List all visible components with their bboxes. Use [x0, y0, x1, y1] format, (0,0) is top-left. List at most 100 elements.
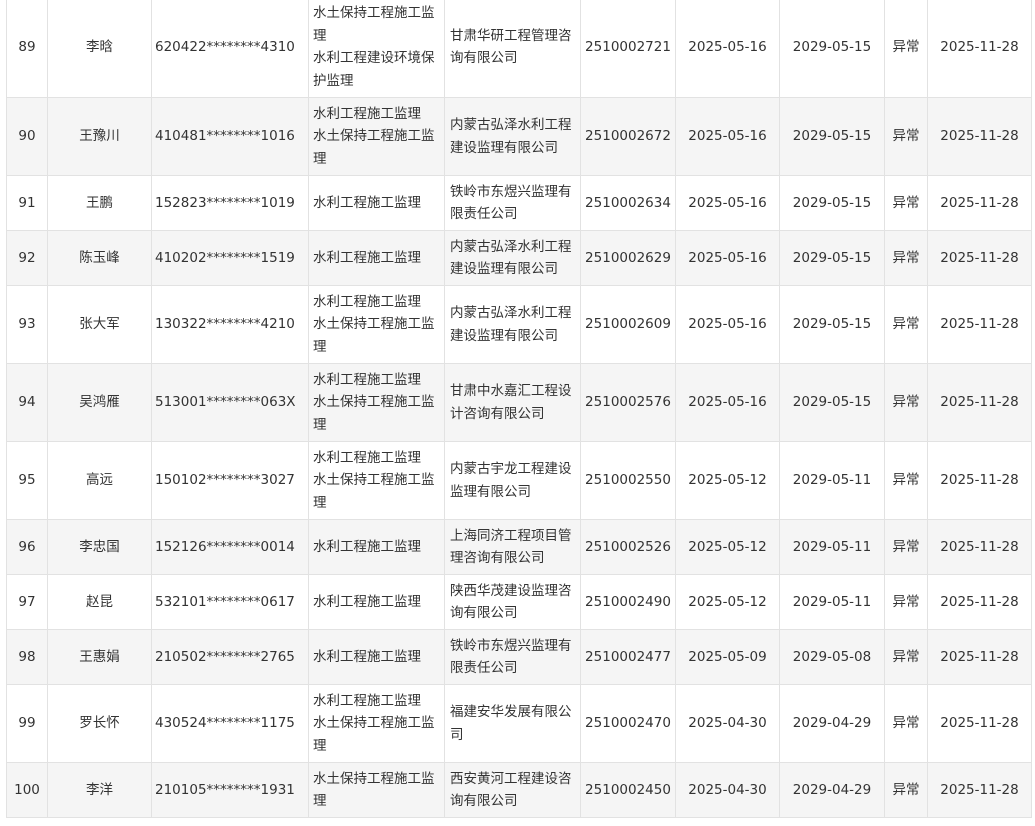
- expiry-date-cell: 2029-05-15: [779, 363, 885, 442]
- company-line: 询有限公司: [450, 50, 518, 66]
- company-line: 建设监理有限公司: [450, 139, 558, 156]
- status-cell: 异常: [884, 629, 928, 685]
- record-date-cell: 2025-11-28: [927, 684, 1032, 763]
- status-cell: 异常: [884, 574, 928, 630]
- table-row: 99 罗长怀 430524********1175 水利工程施工监理 水土保持工程施工监…: [6, 684, 1032, 763]
- issue-date-cell: 2025-05-16: [675, 230, 780, 286]
- certificate-number-cell: 2510002470: [580, 684, 676, 763]
- name-cell: 李洋: [47, 762, 152, 818]
- table-row: 90 王豫川 410481********1016 水利工程施工监理 水土保持工程施工监…: [6, 97, 1032, 176]
- row-number-cell: 93: [6, 285, 48, 364]
- expiry-date-cell: 2029-04-29: [779, 762, 885, 818]
- issue-date-cell: 2025-05-16: [675, 175, 780, 231]
- table-row: 93 张大军 130322********4210 水利工程施工监理 水土保持工程施工监…: [6, 285, 1032, 364]
- issue-date-cell: 2025-05-16: [675, 363, 780, 442]
- status-cell: 异常: [884, 175, 928, 231]
- specialty-line: 水利工程施工监理: [313, 449, 421, 466]
- table-row: 100 李洋 210105********1931 水土保持工程施工监理西安黄河工程建…: [6, 762, 1032, 818]
- record-date-cell: 2025-11-28: [927, 285, 1032, 364]
- specialty-line: 水利工程施工监理: [313, 593, 421, 610]
- specialty-line: 理: [313, 150, 327, 167]
- company-line: 福建安华发展有限公: [450, 704, 572, 720]
- name-cell: 李晗: [47, 0, 152, 98]
- specialty-line: 水利工程施工监理: [313, 371, 421, 388]
- status-cell: 异常: [884, 441, 928, 520]
- specialty-cell: 水利工程施工监理 水土保持工程施工监理: [308, 285, 445, 364]
- status-cell: 异常: [884, 0, 928, 98]
- name-cell: 陈玉峰: [47, 230, 152, 286]
- specialty-line: 水土保持工程施工监: [313, 394, 435, 411]
- status-cell: 异常: [884, 519, 928, 575]
- specialty-line: 理: [313, 494, 327, 511]
- issue-date-cell: 2025-05-16: [675, 285, 780, 364]
- row-number-cell: 99: [6, 684, 48, 763]
- expiry-date-cell: 2029-05-15: [779, 230, 885, 286]
- company-line: 理咨询有限公司: [450, 550, 545, 566]
- company-line: 甘肃华研工程管理咨: [450, 27, 572, 44]
- company-line: 陕西华茂建设监理咨: [450, 582, 572, 599]
- company-line: 限责任公司: [450, 206, 518, 222]
- company-cell: 甘肃中水嘉汇工程设 计咨询有限公司: [444, 363, 581, 442]
- record-date-cell: 2025-11-28: [927, 363, 1032, 442]
- table-row: 94 吴鸿雁 513001********063X 水利工程施工监理 水土保持工程施工监…: [6, 363, 1032, 442]
- row-number-cell: 95: [6, 441, 48, 520]
- specialty-line: 理: [313, 27, 327, 44]
- certificate-number-cell: 2510002490: [580, 574, 676, 630]
- specialty-line: 理: [313, 338, 327, 355]
- row-number-cell: 89: [6, 0, 48, 98]
- status-cell: 异常: [884, 684, 928, 763]
- company-line: 限责任公司: [450, 660, 518, 676]
- company-line: 监理有限公司: [450, 483, 531, 500]
- company-line: 内蒙古弘泽水利工程: [450, 117, 572, 133]
- issue-date-cell: 2025-04-30: [675, 684, 780, 763]
- certificate-number-cell: 2510002450: [580, 762, 676, 818]
- id-number-cell: 130322********4210: [151, 285, 309, 364]
- company-cell: 铁岭市东煜兴监理有 限责任公司: [444, 175, 581, 231]
- expiry-date-cell: 2029-05-15: [779, 285, 885, 364]
- id-number-cell: 620422********4310: [151, 0, 309, 98]
- company-line: 内蒙古宇龙工程建设: [450, 461, 572, 477]
- company-line: 计咨询有限公司: [450, 405, 545, 422]
- id-number-cell: 210502********2765: [151, 629, 309, 685]
- name-cell: 王豫川: [47, 97, 152, 176]
- table-row: 95 高远 150102********3027 水利工程施工监理 水土保持工程施工监理…: [6, 441, 1032, 520]
- specialty-line: 水土保持工程施工监: [313, 128, 435, 145]
- status-cell: 异常: [884, 762, 928, 818]
- company-cell: 西安黄河工程建设咨 询有限公司: [444, 762, 581, 818]
- company-line: 上海同济工程项目管: [450, 527, 572, 544]
- table-row: 89 李晗 620422********4310 水土保持工程施工监理水利工程建设环境…: [6, 0, 1032, 98]
- specialty-line: 水土保持工程施工监: [313, 715, 435, 732]
- id-number-cell: 532101********0617: [151, 574, 309, 630]
- record-date-cell: 2025-11-28: [927, 0, 1032, 98]
- specialty-cell: 水利工程施工监理: [308, 175, 445, 231]
- certificate-number-cell: 2510002526: [580, 519, 676, 575]
- specialty-line: 水土保持工程施工监: [313, 472, 435, 489]
- id-number-cell: 152823********1019: [151, 175, 309, 231]
- company-line: 建设监理有限公司: [450, 327, 558, 344]
- certificate-table: 89 李晗 620422********4310 水土保持工程施工监理水利工程建设环境…: [6, 0, 1032, 818]
- record-date-cell: 2025-11-28: [927, 97, 1032, 176]
- specialty-line: 水土保持工程施工监: [313, 5, 435, 21]
- specialty-line: 护监理: [313, 72, 354, 89]
- certificate-number-cell: 2510002609: [580, 285, 676, 364]
- row-number-cell: 98: [6, 629, 48, 685]
- specialty-cell: 水利工程施工监理: [308, 519, 445, 575]
- specialty-line: 水土保持工程施工监: [313, 770, 435, 787]
- record-date-cell: 2025-11-28: [927, 441, 1032, 520]
- certificate-number-cell: 2510002672: [580, 97, 676, 176]
- record-date-cell: 2025-11-28: [927, 175, 1032, 231]
- id-number-cell: 410481********1016: [151, 97, 309, 176]
- issue-date-cell: 2025-05-09: [675, 629, 780, 685]
- record-date-cell: 2025-11-28: [927, 629, 1032, 685]
- company-cell: 内蒙古弘泽水利工程 建设监理有限公司: [444, 285, 581, 364]
- company-line: 内蒙古弘泽水利工程: [450, 305, 572, 321]
- issue-date-cell: 2025-05-16: [675, 0, 780, 98]
- company-cell: 内蒙古弘泽水利工程 建设监理有限公司: [444, 97, 581, 176]
- issue-date-cell: 2025-05-12: [675, 519, 780, 575]
- name-cell: 王惠娟: [47, 629, 152, 685]
- expiry-date-cell: 2029-05-08: [779, 629, 885, 685]
- company-cell: 铁岭市东煜兴监理有 限责任公司: [444, 629, 581, 685]
- row-number-cell: 91: [6, 175, 48, 231]
- specialty-cell: 水土保持工程施工监理水利工程建设环境保 护监理: [308, 0, 445, 98]
- row-number-cell: 92: [6, 230, 48, 286]
